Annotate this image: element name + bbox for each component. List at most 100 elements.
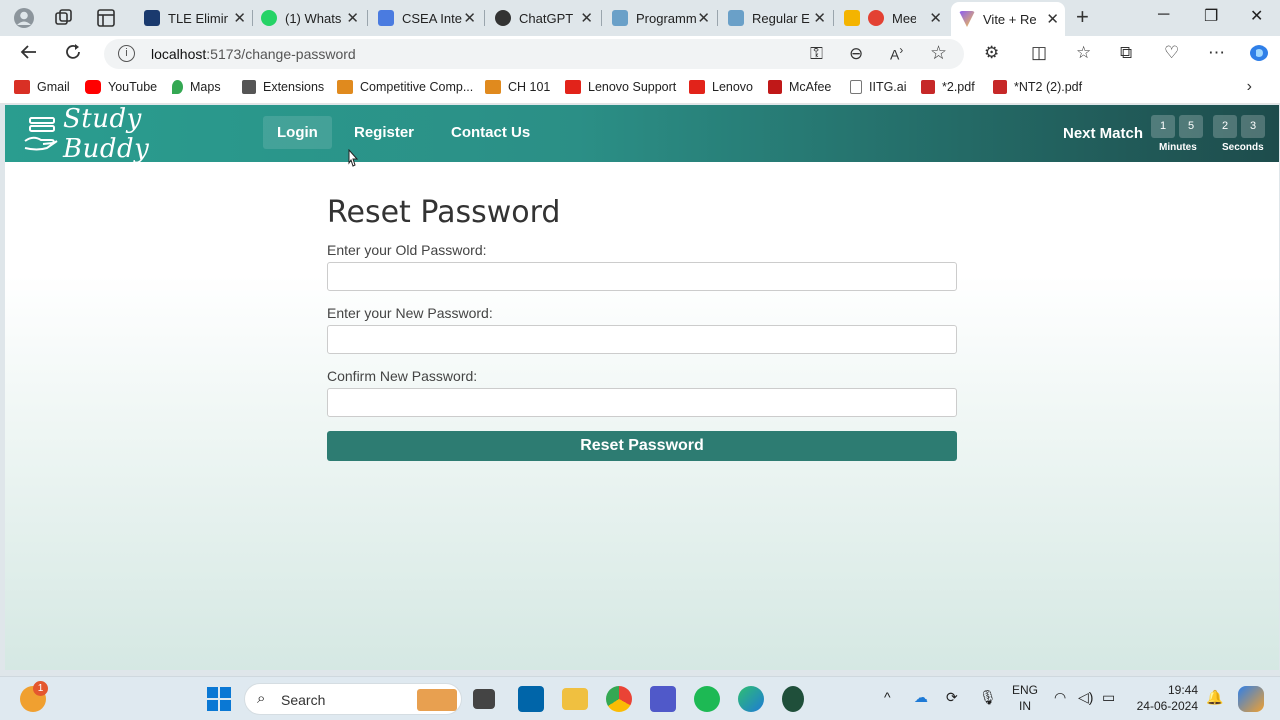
mcafee-icon [768,80,782,94]
seconds-digit: 3 [1241,115,1265,138]
teams-icon[interactable] [650,686,676,712]
wifi-icon[interactable]: ◠ [1054,689,1066,706]
spotify-icon[interactable] [694,686,720,712]
split-screen-icon[interactable]: ◫ [1031,43,1047,63]
bookmark-lenovo[interactable]: Lenovo [689,80,753,94]
bookmark-ch101[interactable]: CH 101 [485,80,550,94]
browser-essentials-icon[interactable]: ♡ [1164,43,1179,63]
bookmark-nt2pdf[interactable]: *NT2 (2).pdf [993,80,1082,94]
close-window-icon[interactable]: ✕ [1250,6,1263,26]
nav-register-link[interactable]: Register [354,124,414,141]
bookmark-label: McAfee [789,80,832,94]
old-password-field[interactable] [327,262,957,291]
bookmark-label: Gmail [37,80,70,94]
close-tab-icon[interactable]: ✕ [346,9,359,27]
maps-icon [172,80,183,94]
more-menu-icon[interactable]: ⋯ [1208,43,1225,63]
vertical-tabs-icon[interactable] [95,7,117,29]
volume-icon[interactable]: ◁) [1078,689,1093,706]
mongodb-icon[interactable] [782,686,804,712]
close-tab-icon[interactable]: ✕ [580,9,593,27]
tab-regular[interactable]: Regular E ✕ [720,4,832,32]
vscode-icon[interactable] [518,686,544,712]
close-tab-icon[interactable]: ✕ [233,9,246,27]
file-explorer-dark-icon[interactable] [473,689,495,709]
lang-region: IN [1019,699,1031,713]
new-password-field[interactable] [327,325,957,354]
battery-icon[interactable]: ▭ [1102,689,1115,706]
notification-badge: 1 [33,681,48,696]
collections-icon[interactable]: ⧉ [1120,43,1132,63]
tab-meet[interactable]: Meet ✕ [836,4,948,32]
bookmark-mcafee[interactable]: McAfee [768,80,831,94]
lang-code: ENG [1011,683,1038,697]
restore-icon[interactable]: ❐ [1204,6,1218,26]
tab-csea[interactable]: CSEA Inte ✕ [370,4,482,32]
study-buddy-logo[interactable]: Study Buddy [23,105,213,164]
extensions-icon[interactable]: ⚙ [984,43,999,63]
browser-toolbar: i localhost:5173/change-password ⚿ ⊖ A› … [0,36,1280,72]
nav-contact-link[interactable]: Contact Us [451,124,530,141]
copilot-icon[interactable] [1248,42,1270,69]
edge-icon[interactable] [738,686,764,712]
refresh-icon[interactable] [63,42,83,68]
tab-programming[interactable]: Programm ✕ [604,4,716,32]
chevron-right-icon[interactable]: › [1247,78,1252,96]
bookmark-competitive[interactable]: Competitive Comp... [337,80,473,94]
confirm-password-label: Confirm New Password: [327,368,478,384]
minutes-caption: Minutes [1159,142,1197,153]
close-tab-icon[interactable]: ✕ [1046,10,1059,28]
close-tab-icon[interactable]: ✕ [813,9,826,27]
tab-divider [367,10,368,26]
close-tab-icon[interactable]: ✕ [929,9,942,27]
minimize-icon[interactable]: ─ [1158,6,1169,24]
notification-bell-icon[interactable]: 🔔 [1206,689,1223,706]
key-icon[interactable]: ⚿ [810,44,823,64]
new-tab-button[interactable]: + [1076,4,1089,30]
bookmark-extensions[interactable]: Extensions [242,80,324,94]
workspaces-icon[interactable] [53,7,75,29]
tab-chatgpt[interactable]: ChatGPT ✕ [487,4,599,32]
tab-tle[interactable]: TLE Elimin ✕ [136,4,252,32]
reset-password-button[interactable]: Reset Password [327,431,957,461]
profile-icon[interactable] [13,7,35,29]
onedrive-icon[interactable]: ☁ [914,689,928,706]
taskbar-search-box[interactable]: ⌕ Search [244,683,462,715]
chrome-icon[interactable] [606,686,632,712]
copilot-taskbar-icon[interactable] [1238,686,1264,712]
close-tab-icon[interactable]: ✕ [697,9,710,27]
folder-icon[interactable] [562,688,588,710]
tab-title: Regular E [752,10,810,26]
tab-whatsapp[interactable]: (1) Whats ✕ [253,4,365,32]
read-aloud-icon[interactable]: A› [890,44,903,63]
tab-favicon [844,10,860,26]
tab-divider [833,10,834,26]
sync-icon[interactable]: ⟳ [946,689,958,706]
bookmark-youtube[interactable]: YouTube [85,80,157,94]
favorites-icon[interactable]: ☆ [1076,43,1091,63]
windows-taskbar: 1 ⌕ Search ^ ☁ ⟳ 🎙 ENG IN ◠ ◁) ▭ 19:44 24-… [0,676,1280,720]
clock[interactable]: 19:44 24-06-2024 [1134,682,1198,714]
url-text[interactable]: localhost:5173/change-password [151,46,356,62]
address-bar[interactable]: i localhost:5173/change-password ⚿ ⊖ A› … [104,39,964,69]
site-info-icon[interactable]: i [118,45,135,62]
nav-login-link[interactable]: Login [263,116,332,149]
confirm-password-field[interactable] [327,388,957,417]
chevron-up-icon[interactable]: ^ [884,689,891,705]
bookmark-lenovo-support[interactable]: Lenovo Support [565,80,676,94]
bookmark-gmail[interactable]: Gmail [14,80,70,94]
tab-title: Vite + Re [983,11,1037,27]
microphone-icon[interactable]: 🎙 [979,689,997,706]
bookmark-label: YouTube [108,80,158,94]
language-indicator[interactable]: ENG IN [1010,682,1040,714]
close-tab-icon[interactable]: ✕ [463,9,476,27]
windows-start-icon[interactable] [206,686,232,712]
back-icon[interactable] [19,42,39,68]
bookmark-maps[interactable]: Maps [172,80,221,94]
bookmark-2pdf[interactable]: *2.pdf [921,80,975,94]
zoom-out-icon[interactable]: ⊖ [849,44,863,64]
tab-vite-active[interactable]: Vite + Re ✕ [951,2,1065,36]
bookmark-iitg[interactable]: IITG.ai [850,80,907,94]
favorite-star-icon[interactable]: ☆ [930,42,947,65]
url-path: :5173/change-password [206,46,356,62]
